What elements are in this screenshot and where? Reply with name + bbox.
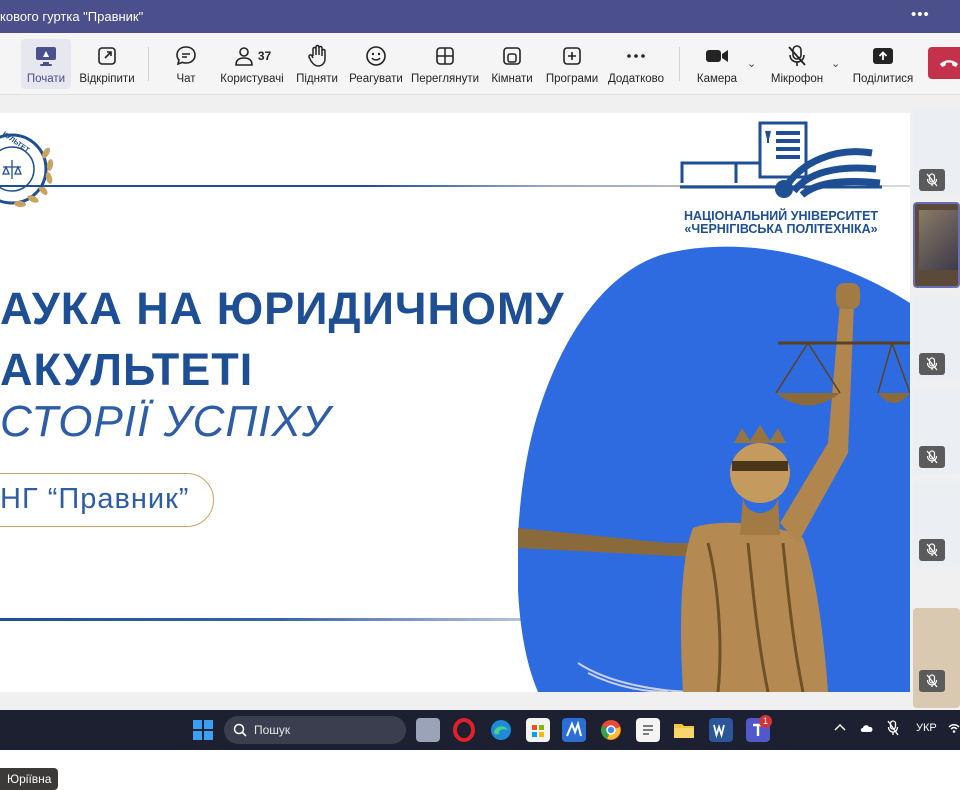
leave-call-button[interactable] [928,47,960,79]
react-label: Реагувати [349,73,403,85]
chat-icon [163,43,209,69]
raise-hand-label: Підняти [296,73,338,85]
react-button[interactable]: Реагувати [347,39,405,89]
participant-tile-selected[interactable] [913,202,960,288]
rooms-button[interactable]: Кімнати [487,39,537,89]
share-label: Поділитися [852,73,914,85]
notes-icon[interactable] [636,718,660,742]
university-name: НАЦІОНАЛЬНИЙ УНІВЕРСИТЕТ «ЧЕРНІГІВСЬКА П… [676,210,886,236]
share-screen-icon [21,43,71,69]
more-label: Додатково [607,73,665,85]
pop-out-label: Відкріпити [79,73,135,85]
windows-start-icon[interactable] [193,720,213,745]
view-button[interactable]: Переглянути [410,39,480,89]
toolbar-divider [679,47,680,81]
raise-hand-button[interactable]: Підняти [293,39,341,89]
people-label: Користувачі [220,73,284,85]
slide-subheading: СТОРІЇ УСПІХУ [0,397,331,446]
presenter-name-tag: Юріївна [0,768,59,790]
task-view-icon[interactable] [416,718,440,742]
chrome-icon[interactable] [599,718,623,742]
emoji-icon [347,43,405,69]
opera-icon[interactable] [452,718,476,742]
pop-out-button[interactable]: Відкріпити [77,39,137,89]
word-icon[interactable] [709,718,733,742]
club-name: НГ “Правник” [0,483,190,515]
mic-off-icon [919,353,945,375]
cloud-icon[interactable] [859,722,875,737]
file-explorer-icon[interactable] [672,718,696,742]
camera-button[interactable]: Камера [692,39,742,89]
faculty-logo: КУЛЬТЕТ [0,127,54,211]
participant-count: 37 [257,49,272,63]
people-icon: 37 [218,43,286,69]
share-icon [850,43,916,69]
view-layout-icon [410,43,480,69]
toolbar-divider [148,47,149,81]
microphone-label: Мікрофон [770,73,824,85]
mail-icon[interactable] [562,718,586,742]
store-icon[interactable] [526,718,550,742]
teams-notification-badge: 1 [759,715,772,728]
window-title: кового гуртка "Правник" [0,9,144,24]
apps-button[interactable]: Програми [543,39,601,89]
mic-off-tray-icon[interactable] [887,720,899,739]
edge-icon[interactable] [489,718,513,742]
lady-justice-image [517,243,910,692]
start-sharing-button[interactable]: Почати [21,39,71,89]
shared-presentation-slide: КУЛЬТЕТ НАЦІОНАЛЬНИЙ УНІВЕРСИТЕТ «ЧЕРНІГ… [0,113,910,692]
camera-icon [692,43,742,69]
title-bar: кового гуртка "Правник" ••• [0,0,960,33]
mic-off-icon [765,43,829,69]
more-button[interactable]: Додатково [606,39,666,89]
apps-label: Програми [545,73,599,85]
more-icon [606,43,666,69]
university-logo [676,117,886,207]
start-sharing-label: Почати [26,73,66,85]
participant-video-thumbnail [919,210,958,270]
search-placeholder: Пошук [254,723,291,737]
share-button[interactable]: Поділитися [850,39,916,89]
university-name-line2: «ЧЕРНІГІВСЬКА ПОЛІТЕХНІКА» [684,222,878,236]
camera-options-chevron-down-icon[interactable]: ⌄ [747,57,756,70]
chevron-up-icon[interactable] [834,722,846,735]
participant-tile[interactable] [913,481,960,567]
window-more-button[interactable]: ••• [911,6,930,23]
microphone-button[interactable]: Мікрофон [765,39,829,89]
mic-off-icon [919,169,945,191]
slide-heading-line1: АУКА НА ЮРИДИЧНОМУ [0,283,565,334]
pop-out-icon [77,43,137,69]
hangup-icon [938,53,960,78]
windows-taskbar: Пошук 1 УКР [0,710,960,750]
participant-tile[interactable] [913,388,960,474]
mic-off-icon [919,446,945,468]
participant-tile[interactable] [913,295,960,381]
participant-tile[interactable] [913,608,960,708]
mic-off-icon [919,670,945,692]
raise-hand-icon [293,43,341,69]
apps-icon [543,43,601,69]
chat-button[interactable]: Чат [163,39,209,89]
slide-heading-line2: АКУЛЬТЕТІ [0,344,254,395]
microphone-options-chevron-down-icon[interactable]: ⌄ [831,57,840,70]
input-language[interactable]: УКР [916,722,937,734]
slide-divider-bottom [0,618,560,621]
mic-off-icon [919,539,945,561]
rooms-label: Кімнати [491,73,533,85]
view-label: Переглянути [410,73,480,85]
meeting-toolbar: Почати Відкріпити Чат 37 Користувачі Під… [0,33,960,95]
participants-strip [913,95,960,710]
people-button[interactable]: 37 Користувачі [218,39,286,89]
search-icon [233,723,247,742]
rooms-icon [487,43,537,69]
camera-label: Камера [696,73,738,85]
meeting-stage: КУЛЬТЕТ НАЦІОНАЛЬНИЙ УНІВЕРСИТЕТ «ЧЕРНІГ… [0,95,960,790]
chat-label: Чат [176,73,196,85]
participant-tile[interactable] [913,109,960,195]
taskbar-search-box[interactable]: Пошук [224,716,406,744]
wifi-icon[interactable] [948,722,960,737]
